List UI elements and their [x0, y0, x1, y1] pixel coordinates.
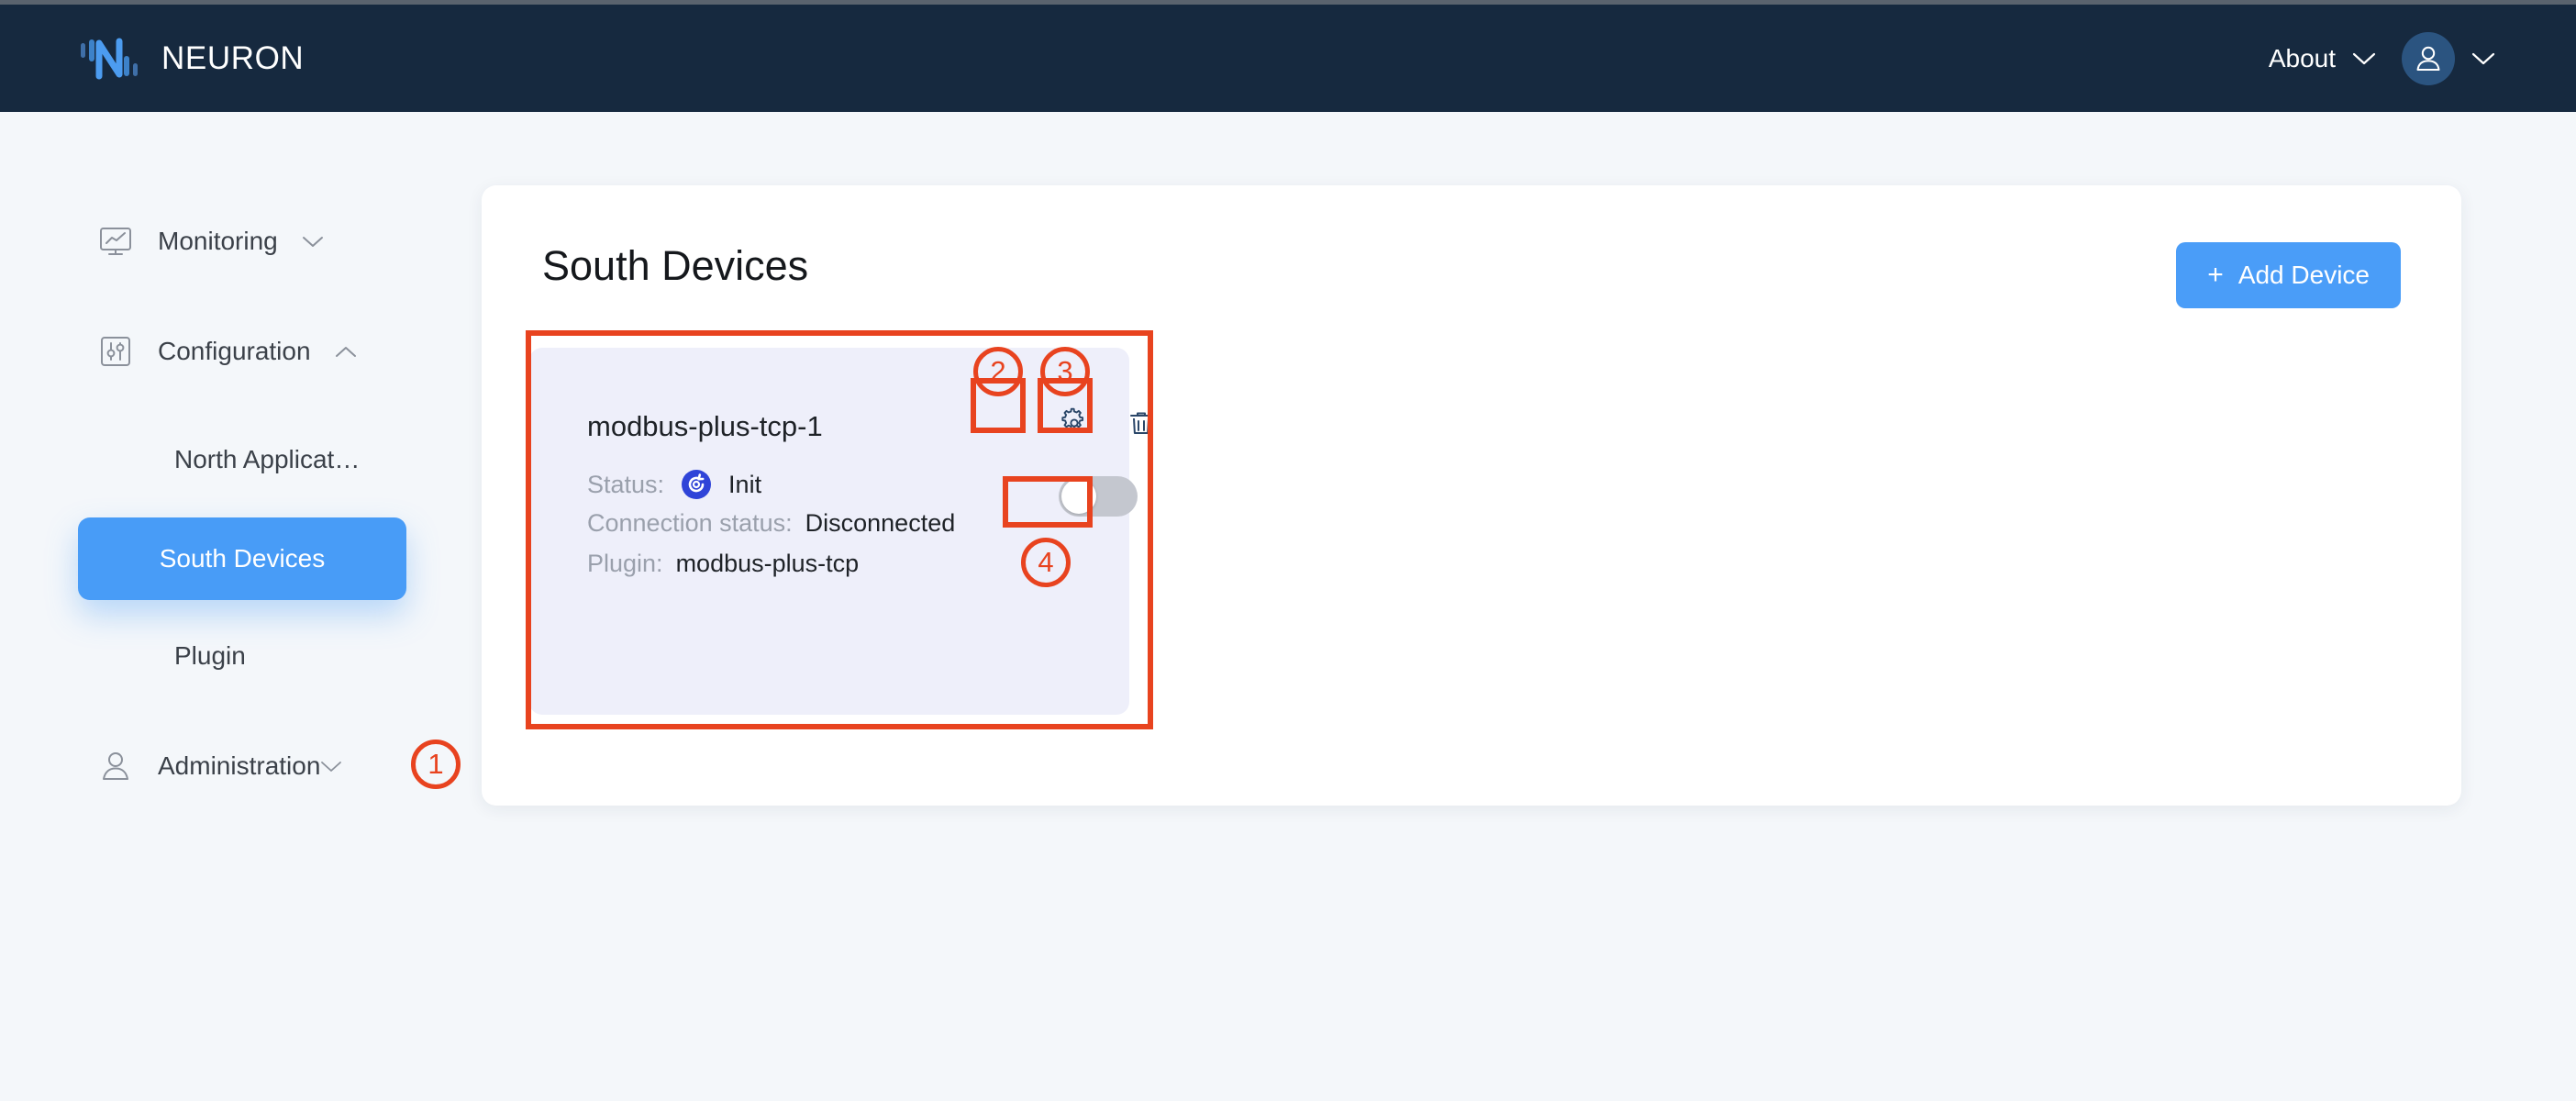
sliders-square-icon: [101, 337, 130, 366]
header-right-group: About: [2269, 31, 2495, 85]
sidebar: Monitoring Configuration North Applicat……: [0, 112, 482, 1101]
neuron-logo-icon: [81, 38, 138, 79]
sidebar-item-plugin[interactable]: Plugin: [0, 628, 482, 684]
device-settings-button[interactable]: [1055, 404, 1094, 442]
device-name: modbus-plus-tcp-1: [587, 410, 823, 442]
trash-icon: [1130, 412, 1152, 434]
chevron-down-icon: [321, 761, 342, 772]
sidebar-item-administration[interactable]: Administration: [0, 738, 482, 795]
add-device-button[interactable]: + Add Device: [2176, 242, 2401, 308]
status-value: Init: [728, 470, 762, 498]
sidebar-item-configuration[interactable]: Configuration: [0, 323, 482, 380]
brand-name: NEURON: [161, 39, 305, 76]
device-connection-row: Connection status: Disconnected: [587, 509, 955, 538]
plugin-value: modbus-plus-tcp: [675, 550, 860, 577]
south-devices-panel: South Devices + Add Device modbus-plus-t…: [482, 185, 2461, 806]
plus-icon: +: [2207, 260, 2224, 290]
user-outline-icon: [103, 752, 128, 780]
sidebar-item-north-applications[interactable]: North Applicat…: [0, 431, 482, 488]
monitor-chart-icon: [100, 228, 131, 255]
sidebar-item-label: Configuration: [158, 337, 311, 365]
init-refresh-icon: [682, 470, 712, 499]
device-delete-button[interactable]: [1122, 404, 1160, 442]
user-menu[interactable]: [2402, 31, 2495, 85]
device-card[interactable]: modbus-plus-tcp-1 Status: Init Connectio…: [529, 348, 1152, 715]
brand: NEURON: [81, 36, 304, 82]
toggle-knob: [1061, 479, 1096, 514]
device-enable-toggle[interactable]: [1059, 476, 1138, 517]
plugin-label: Plugin:: [587, 550, 663, 577]
connection-status-label: Connection status:: [587, 509, 793, 537]
about-label: About: [2268, 43, 2336, 72]
add-device-label: Add Device: [2237, 261, 2370, 289]
status-label: Status:: [587, 470, 665, 498]
sidebar-item-south-devices[interactable]: South Devices: [78, 517, 406, 600]
device-status-row: Status: Init: [587, 469, 761, 500]
chevron-down-icon: [2471, 52, 2495, 64]
user-avatar-icon: [2416, 46, 2440, 71]
about-menu[interactable]: About: [2269, 44, 2376, 73]
chevron-down-icon: [302, 236, 323, 247]
chevron-down-icon: [2352, 52, 2376, 64]
sidebar-item-label: Administration: [158, 751, 321, 780]
chevron-up-icon: [335, 346, 356, 357]
gear-icon: [1061, 407, 1084, 430]
avatar[interactable]: [2402, 31, 2455, 85]
sidebar-item-label: Plugin: [174, 641, 246, 670]
sidebar-item-label: South Devices: [159, 544, 326, 573]
app-header: NEURON About: [0, 5, 2576, 112]
device-plugin-row: Plugin: modbus-plus-tcp: [587, 550, 859, 578]
sidebar-item-label: North Applicat…: [174, 445, 361, 473]
connection-status-value: Disconnected: [805, 509, 956, 537]
sidebar-item-monitoring[interactable]: Monitoring: [0, 213, 482, 270]
page-title: South Devices: [542, 242, 809, 289]
sidebar-item-label: Monitoring: [158, 227, 278, 255]
